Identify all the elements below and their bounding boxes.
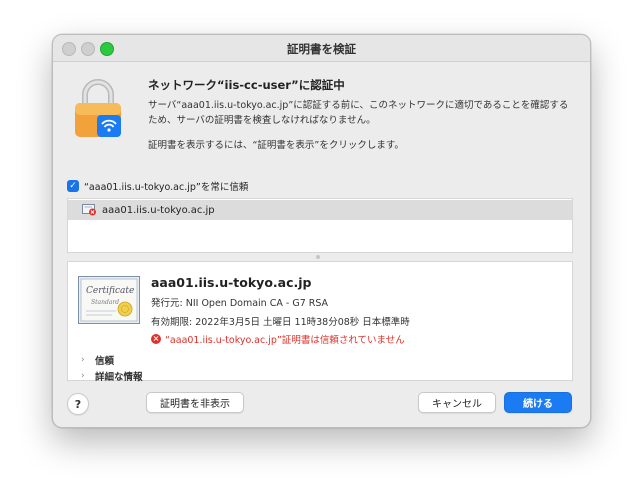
dialog-heading: ネットワーク“iis-cc-user”に認証中 [148,78,345,92]
continue-button[interactable]: 続ける [504,392,572,413]
certificate-trust-error-text: “aaa01.iis.u-tokyo.ac.jp”証明書は信頼されていません [165,335,405,346]
certificate-list: aaa01.iis.u-tokyo.ac.jp [67,198,573,253]
always-trust-label: “aaa01.iis.u-tokyo.ac.jp”を常に信頼 [84,182,249,193]
chevron-right-icon: › [81,355,85,365]
title-bar: 証明書を検証 [53,35,590,62]
certificate-detail-panel: Certificate Standard aaa01.iis.u-tokyo.a… [67,261,573,383]
window-title: 証明書を検証 [287,42,356,56]
network-lock-icon [75,79,121,137]
details-section-label: 詳細な情報 [95,372,143,383]
certificate-error-icon [82,204,96,216]
certificate-list-item[interactable]: aaa01.iis.u-tokyo.ac.jp [68,200,572,220]
split-resize-handle[interactable] [316,255,320,259]
trust-section-label: 信頼 [95,356,115,367]
description-line: ため、サーバの証明書を検査しなければなりません。 [148,115,376,126]
certificate-image-subtitle: Standard [91,299,119,306]
dialog-description: サーバ“aaa01.iis.u-tokyo.ac.jp”に認証する前に、このネッ… [148,98,573,128]
error-icon: × [151,334,161,344]
certificate-name: aaa01.iis.u-tokyo.ac.jp [151,275,312,290]
certificate-image-title: Certificate [86,286,134,296]
show-cert-hint: 証明書を表示するには、“証明書を表示”をクリックします。 [148,140,404,151]
certificate-issuer: 発行元: NII Open Domain CA - G7 RSA [151,298,329,309]
verify-certificate-dialog: 証明書を検証 ネットワーク“iis-cc-user”に認証中 サーバ“aaa01… [52,34,591,428]
certificate-icon: Certificate Standard [78,276,140,324]
description-line: サーバ“aaa01.iis.u-tokyo.ac.jp”に認証する前に、このネッ… [148,100,569,111]
certificate-trust-error: × “aaa01.iis.u-tokyo.ac.jp”証明書は信頼されていません [151,332,405,346]
help-button[interactable]: ? [67,393,89,415]
trust-section-toggle[interactable]: › 信頼 [81,353,114,367]
chevron-right-icon: › [81,371,85,381]
details-section-toggle[interactable]: › 詳細な情報 [81,369,143,383]
certificate-list-item-label: aaa01.iis.u-tokyo.ac.jp [102,204,215,216]
hide-certificate-button[interactable]: 証明書を非表示 [146,392,244,413]
certificate-expiry: 有効期限: 2022年3月5日 土曜日 11時38分08秒 日本標準時 [151,317,410,328]
always-trust-option[interactable]: ✓ “aaa01.iis.u-tokyo.ac.jp”を常に信頼 [67,179,248,193]
cancel-button[interactable]: キャンセル [418,392,496,413]
always-trust-checkbox[interactable]: ✓ [67,180,79,192]
